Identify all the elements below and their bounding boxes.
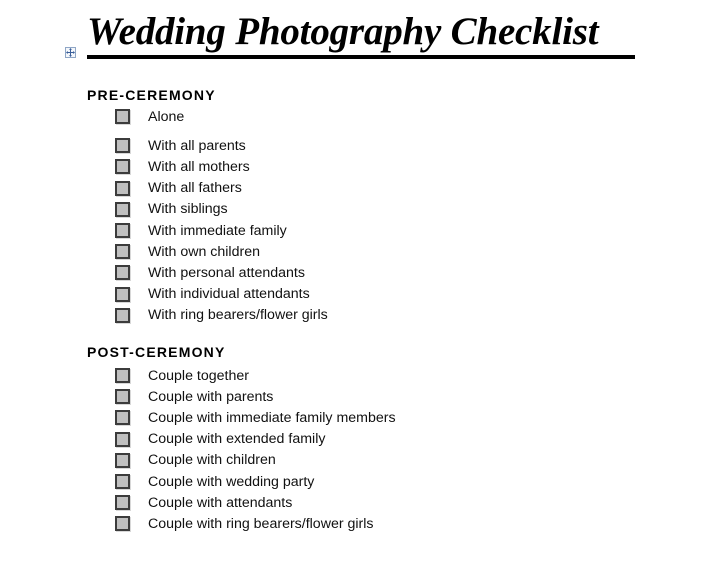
checklist-item: With individual attendants: [115, 284, 328, 305]
checkbox[interactable]: [115, 286, 130, 302]
checklist-item-label: Couple with attendants: [148, 494, 293, 511]
checkbox[interactable]: [115, 431, 130, 447]
checkbox[interactable]: [115, 410, 130, 426]
checklist-item-label: Couple with extended family: [148, 431, 326, 448]
checkbox[interactable]: [115, 201, 130, 217]
checklist-item: Couple with ring bearers/flower girls: [115, 513, 396, 534]
checklist-item-label: Couple together: [148, 367, 249, 384]
checklist-item-label: With siblings: [148, 201, 228, 218]
checklist-item-label: With individual attendants: [148, 286, 310, 303]
pre-ceremony-checklist: Alone With all parents With all mothers …: [115, 106, 328, 326]
checklist-item: Couple with extended family: [115, 429, 396, 450]
checklist-item: With ring bearers/flower girls: [115, 305, 328, 326]
checklist-item: With own children: [115, 241, 328, 262]
checkbox[interactable]: [115, 368, 130, 384]
checklist-item-label: Alone: [148, 108, 185, 125]
checklist-item-label: Couple with immediate family members: [148, 409, 396, 426]
checklist-item-label: With ring bearers/flower girls: [148, 307, 328, 324]
document-title: Wedding Photography Checklist: [87, 10, 599, 53]
checklist-item-label: With personal attendants: [148, 264, 305, 281]
checkbox[interactable]: [115, 452, 130, 468]
checkbox[interactable]: [115, 265, 130, 281]
checkbox[interactable]: [115, 474, 130, 490]
checklist-item-label: Couple with parents: [148, 388, 274, 405]
checkbox[interactable]: [115, 244, 130, 260]
checkbox[interactable]: [115, 138, 130, 154]
checklist-item-label: With immediate family: [148, 222, 287, 239]
checklist-item: Alone: [115, 106, 328, 127]
table-move-handle[interactable]: [65, 47, 76, 58]
checklist-item: With all parents: [115, 135, 328, 156]
title-underline: [87, 55, 635, 59]
checklist-item: With all fathers: [115, 178, 328, 199]
checklist-item-label: Couple with wedding party: [148, 473, 315, 490]
checklist-item: Couple with parents: [115, 386, 396, 407]
checklist-item: Couple with children: [115, 450, 396, 471]
move-arrows-icon: [66, 48, 75, 57]
section-heading-pre-ceremony: PRE-CEREMONY: [87, 87, 216, 103]
checklist-item-label: With all fathers: [148, 180, 242, 197]
checklist-item: Couple with wedding party: [115, 471, 396, 492]
checklist-item: With all mothers: [115, 156, 328, 177]
checkbox[interactable]: [115, 495, 130, 511]
checkbox[interactable]: [115, 223, 130, 239]
checkbox[interactable]: [115, 159, 130, 175]
checklist-item: Couple with immediate family members: [115, 407, 396, 428]
section-heading-post-ceremony: POST-CEREMONY: [87, 344, 226, 360]
checklist-item-label: With all parents: [148, 137, 246, 154]
checklist-item: Couple with attendants: [115, 492, 396, 513]
checkbox[interactable]: [115, 180, 130, 196]
checklist-item: Couple together: [115, 365, 396, 386]
checklist-item-label: With all mothers: [148, 158, 250, 175]
post-ceremony-checklist: Couple together Couple with parents Coup…: [115, 365, 396, 535]
checkbox[interactable]: [115, 389, 130, 405]
checklist-item: With personal attendants: [115, 262, 328, 283]
checklist-item: With immediate family: [115, 220, 328, 241]
checkbox[interactable]: [115, 307, 130, 323]
checklist-item-label: Couple with ring bearers/flower girls: [148, 515, 374, 532]
checklist-item: With siblings: [115, 199, 328, 220]
checklist-item-label: With own children: [148, 243, 260, 260]
checklist-item-label: Couple with children: [148, 452, 276, 469]
checkbox[interactable]: [115, 516, 130, 532]
checkbox[interactable]: [115, 109, 130, 125]
